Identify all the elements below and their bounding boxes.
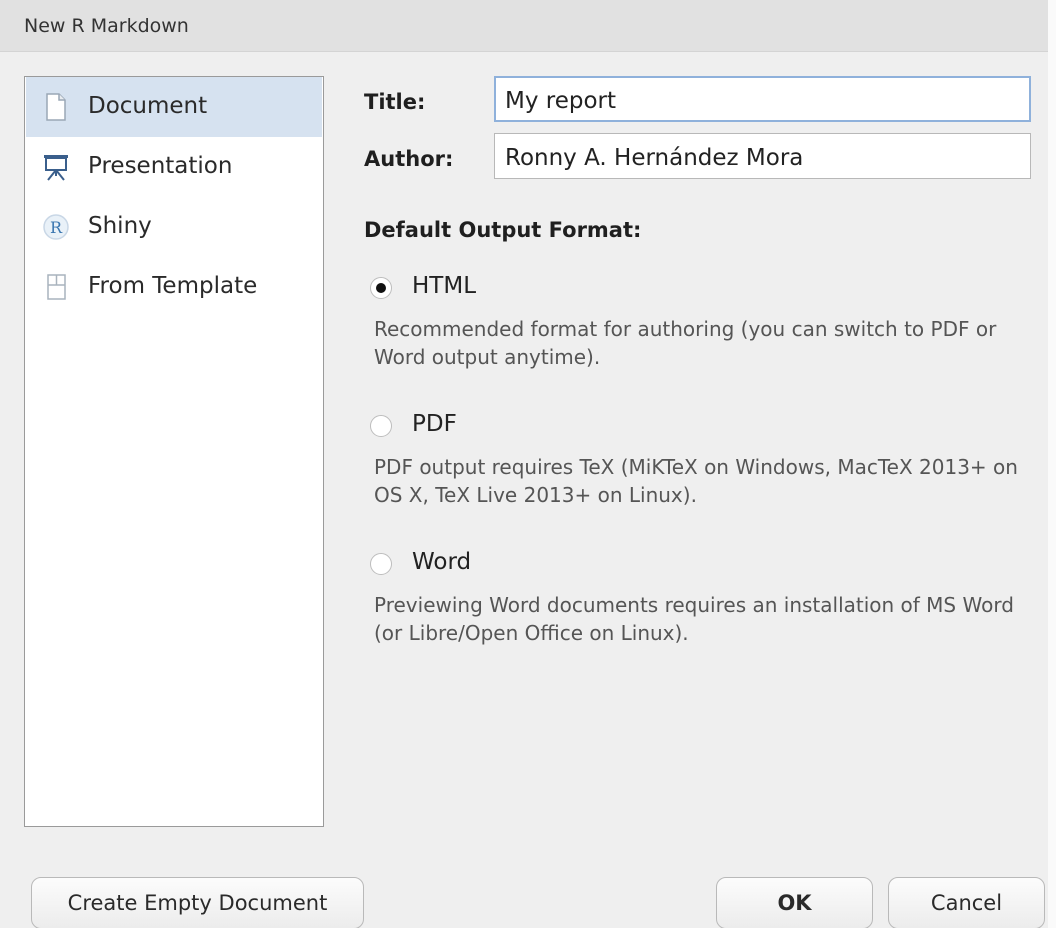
sidebar-item-shiny[interactable]: R Shiny	[26, 197, 322, 257]
title-bar[interactable]: New R Markdown	[0, 0, 1048, 52]
sidebar-item-label: Presentation	[88, 153, 233, 179]
template-icon	[42, 272, 70, 302]
pdf-radio[interactable]	[370, 415, 392, 437]
author-label: Author:	[364, 147, 454, 171]
ok-button[interactable]: OK	[716, 877, 873, 928]
sidebar-item-label: Document	[88, 93, 208, 119]
html-description: Recommended format for authoring (you ca…	[374, 317, 997, 369]
document-icon	[42, 92, 70, 122]
sidebar-item-from-template[interactable]: From Template	[26, 257, 322, 317]
dialog-title: New R Markdown	[24, 15, 189, 37]
html-radio-label[interactable]: HTML	[412, 273, 476, 299]
title-label: Title:	[364, 90, 426, 114]
cancel-button[interactable]: Cancel	[888, 877, 1045, 928]
new-r-markdown-dialog: New R Markdown Document Presentation R S…	[0, 0, 1056, 928]
create-empty-document-button[interactable]: Create Empty Document	[31, 877, 364, 928]
svg-text:R: R	[50, 218, 63, 237]
pdf-radio-label[interactable]: PDF	[412, 411, 457, 437]
shiny-r-icon: R	[42, 212, 70, 242]
window-edge	[1048, 0, 1056, 928]
sidebar-item-label: Shiny	[88, 213, 152, 239]
word-radio[interactable]	[370, 553, 392, 575]
word-description: Previewing Word documents requires an in…	[374, 593, 1014, 645]
word-radio-label[interactable]: Word	[412, 549, 471, 575]
document-type-list: Document Presentation R Shiny From Templ…	[24, 76, 324, 827]
html-radio[interactable]	[370, 277, 392, 299]
sidebar-item-document[interactable]: Document	[26, 77, 322, 137]
output-format-heading: Default Output Format:	[364, 218, 642, 242]
sidebar-item-presentation[interactable]: Presentation	[26, 137, 322, 197]
author-input[interactable]	[494, 133, 1031, 179]
sidebar-item-label: From Template	[88, 273, 258, 299]
pdf-description: PDF output requires TeX (MiKTeX on Windo…	[374, 455, 1018, 507]
presentation-icon	[42, 152, 70, 182]
title-input[interactable]	[494, 76, 1031, 122]
